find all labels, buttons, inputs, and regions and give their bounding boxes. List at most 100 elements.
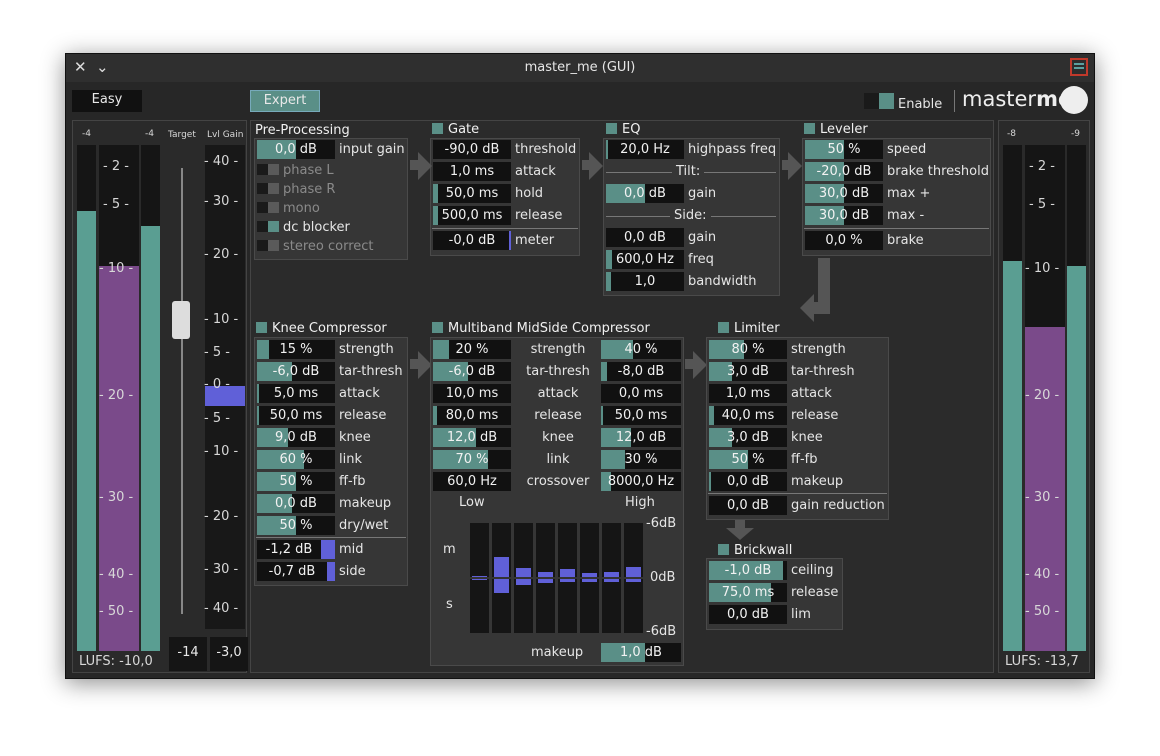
input-gain-slider[interactable]: 0,0 dB bbox=[257, 140, 335, 159]
limiter-enable-checkbox[interactable] bbox=[718, 322, 729, 333]
limiter-tarthresh-label: tar-thresh bbox=[791, 364, 855, 379]
bandwidth-slider[interactable]: 1,0 bbox=[606, 272, 684, 291]
knee-release-label: release bbox=[339, 408, 387, 423]
band-side-fill bbox=[472, 579, 487, 581]
tilt-gain-label: gain bbox=[688, 186, 717, 201]
brickwall-release-slider[interactable]: 75,0 ms bbox=[709, 583, 787, 602]
limiter-makeup-slider[interactable]: 0,0 dB bbox=[709, 472, 787, 491]
limiter-release-label: release bbox=[791, 408, 839, 423]
limiter-strength-slider[interactable]: 80 % bbox=[709, 340, 787, 359]
knee-strength-slider[interactable]: 15 % bbox=[257, 340, 335, 359]
band-side-fill bbox=[494, 579, 509, 593]
max-minus-slider[interactable]: 30,0 dB bbox=[805, 206, 883, 225]
knee-mid-meter: -1,2 dB bbox=[257, 540, 335, 559]
gain-scale-tick: - 20 - bbox=[204, 247, 239, 262]
mb-high-knee-slider[interactable]: 12,0 dB bbox=[601, 428, 681, 447]
gate-release-label: release bbox=[515, 208, 563, 223]
mono-toggle[interactable]: mono bbox=[257, 201, 320, 216]
dc-blocker-toggle[interactable]: dc blocker bbox=[257, 220, 350, 235]
mb-high-release-slider[interactable]: 50,0 ms bbox=[601, 406, 681, 425]
knee-enable-checkbox[interactable] bbox=[256, 322, 267, 333]
input-level-r bbox=[141, 145, 160, 651]
limiter-attack-slider[interactable]: 1,0 ms bbox=[709, 384, 787, 403]
brickwall-title[interactable]: Brickwall bbox=[718, 543, 792, 558]
highpass-freq-slider[interactable]: 20,0 Hz bbox=[606, 140, 684, 159]
phase-r-toggle[interactable]: phase R bbox=[257, 182, 335, 197]
target-slider-handle[interactable] bbox=[172, 301, 190, 339]
easy-button[interactable]: Easy bbox=[72, 90, 142, 112]
mb-low-attack-slider[interactable]: 10,0 ms bbox=[433, 384, 511, 403]
limiter-knee-slider[interactable]: 3,0 dB bbox=[709, 428, 787, 447]
gate-release-slider[interactable]: 500,0 ms bbox=[433, 206, 511, 225]
input-gain-label: input gain bbox=[339, 142, 405, 157]
mb-low-knee-slider[interactable]: 12,0 dB bbox=[433, 428, 511, 447]
limiter-release-slider[interactable]: 40,0 ms bbox=[709, 406, 787, 425]
knee-tarthresh-slider[interactable]: -6,0 dB bbox=[257, 362, 335, 381]
knee-drywet-label: dry/wet bbox=[339, 518, 389, 533]
expert-button[interactable]: Expert bbox=[250, 90, 320, 112]
knee-makeup-slider[interactable]: 0,0 dB bbox=[257, 494, 335, 513]
mb-high-tarthresh-slider[interactable]: -8,0 dB bbox=[601, 362, 681, 381]
gate-hold-slider[interactable]: 50,0 ms bbox=[433, 184, 511, 203]
leveler-speed-slider[interactable]: 50 % bbox=[805, 140, 883, 159]
scale-tick: - 5 - bbox=[103, 197, 129, 212]
mb-high-link-slider[interactable]: 30 % bbox=[601, 450, 681, 469]
knee-release-slider[interactable]: 50,0 ms bbox=[257, 406, 335, 425]
eq-enable-checkbox[interactable] bbox=[606, 123, 617, 134]
gate-enable-checkbox[interactable] bbox=[432, 123, 443, 134]
knee-attack-slider[interactable]: 5,0 ms bbox=[257, 384, 335, 403]
eq-title[interactable]: EQ bbox=[606, 122, 640, 137]
band-meter bbox=[558, 523, 577, 633]
brickwall-enable-checkbox[interactable] bbox=[718, 544, 729, 555]
gate-title[interactable]: Gate bbox=[432, 122, 479, 137]
gain-value: -3,0 bbox=[210, 637, 248, 671]
gate-threshold-slider[interactable]: -90,0 dB bbox=[433, 140, 511, 159]
scale-tick: - 50 - bbox=[1025, 604, 1060, 619]
band-side-fill bbox=[516, 579, 531, 585]
scale-tick: - 20 - bbox=[1025, 388, 1060, 403]
knee-link-slider[interactable]: 60 % bbox=[257, 450, 335, 469]
mb-high-strength-slider[interactable]: 40 % bbox=[601, 340, 681, 359]
stereo-correct-toggle[interactable]: stereo correct bbox=[257, 239, 374, 254]
phase-l-toggle[interactable]: phase L bbox=[257, 163, 334, 178]
mb-high-crossover-slider[interactable]: 8000,0 Hz bbox=[601, 472, 681, 491]
max-plus-slider[interactable]: 30,0 dB bbox=[805, 184, 883, 203]
output-meter-panel: -8 -9 - 2 - - 5 - - 10 - - 20 - - 30 - -… bbox=[998, 120, 1090, 673]
mb-high-attack-slider[interactable]: 0,0 ms bbox=[601, 384, 681, 403]
limiter-title[interactable]: Limiter bbox=[718, 321, 780, 336]
mb-low-tarthresh-slider[interactable]: -6,0 dB bbox=[433, 362, 511, 381]
gate-meter-label: meter bbox=[515, 233, 555, 248]
leveler-title[interactable]: Leveler bbox=[804, 122, 868, 137]
limiter-knee-label: knee bbox=[791, 430, 823, 445]
target-value[interactable]: -14 bbox=[169, 637, 207, 671]
output-loudness: - 2 - - 5 - - 10 - - 20 - - 30 - - 40 - … bbox=[1025, 145, 1065, 651]
side-gain-slider[interactable]: 0,0 dB bbox=[606, 228, 684, 247]
knee-drywet-slider[interactable]: 50 % bbox=[257, 516, 335, 535]
band-side-fill bbox=[626, 579, 641, 582]
gate-attack-slider[interactable]: 1,0 ms bbox=[433, 162, 511, 181]
multiband-enable-checkbox[interactable] bbox=[432, 322, 443, 333]
limiter-tarthresh-slider[interactable]: 3,0 dB bbox=[709, 362, 787, 381]
ceiling-slider[interactable]: -1,0 dB bbox=[709, 561, 787, 580]
mb-low-release-slider[interactable]: 80,0 ms bbox=[433, 406, 511, 425]
knee-knee-label: knee bbox=[339, 430, 371, 445]
mb-tarthresh-label: tar-thresh bbox=[526, 364, 590, 379]
mb-low-link-slider[interactable]: 70 % bbox=[433, 450, 511, 469]
knee-compressor-title[interactable]: Knee Compressor bbox=[256, 321, 387, 336]
leveler-enable-checkbox[interactable] bbox=[804, 123, 815, 134]
multiband-title[interactable]: Multiband MidSide Compressor bbox=[432, 321, 650, 336]
side-freq-slider[interactable]: 600,0 Hz bbox=[606, 250, 684, 269]
knee-fffb-slider[interactable]: 50 % bbox=[257, 472, 335, 491]
enable-checkbox[interactable] bbox=[864, 93, 894, 109]
limiter-fffb-slider[interactable]: 50 % bbox=[709, 450, 787, 469]
mb-low-crossover-slider[interactable]: 60,0 Hz bbox=[433, 472, 511, 491]
tilt-gain-slider[interactable]: 0,0 dB bbox=[606, 184, 684, 203]
mb-makeup-slider[interactable]: 1,0 dB bbox=[601, 643, 681, 662]
knee-knee-slider[interactable]: 9,0 dB bbox=[257, 428, 335, 447]
scale-tick: - 2 - bbox=[103, 159, 129, 174]
mb-low-strength-slider[interactable]: 20 % bbox=[433, 340, 511, 359]
input-lufs: LUFS: -10,0 bbox=[79, 654, 153, 669]
pre-processing-title: Pre-Processing bbox=[255, 123, 350, 138]
brake-threshold-slider[interactable]: -20,0 dB bbox=[805, 162, 883, 181]
enable-toggle[interactable]: Enable bbox=[864, 93, 942, 112]
